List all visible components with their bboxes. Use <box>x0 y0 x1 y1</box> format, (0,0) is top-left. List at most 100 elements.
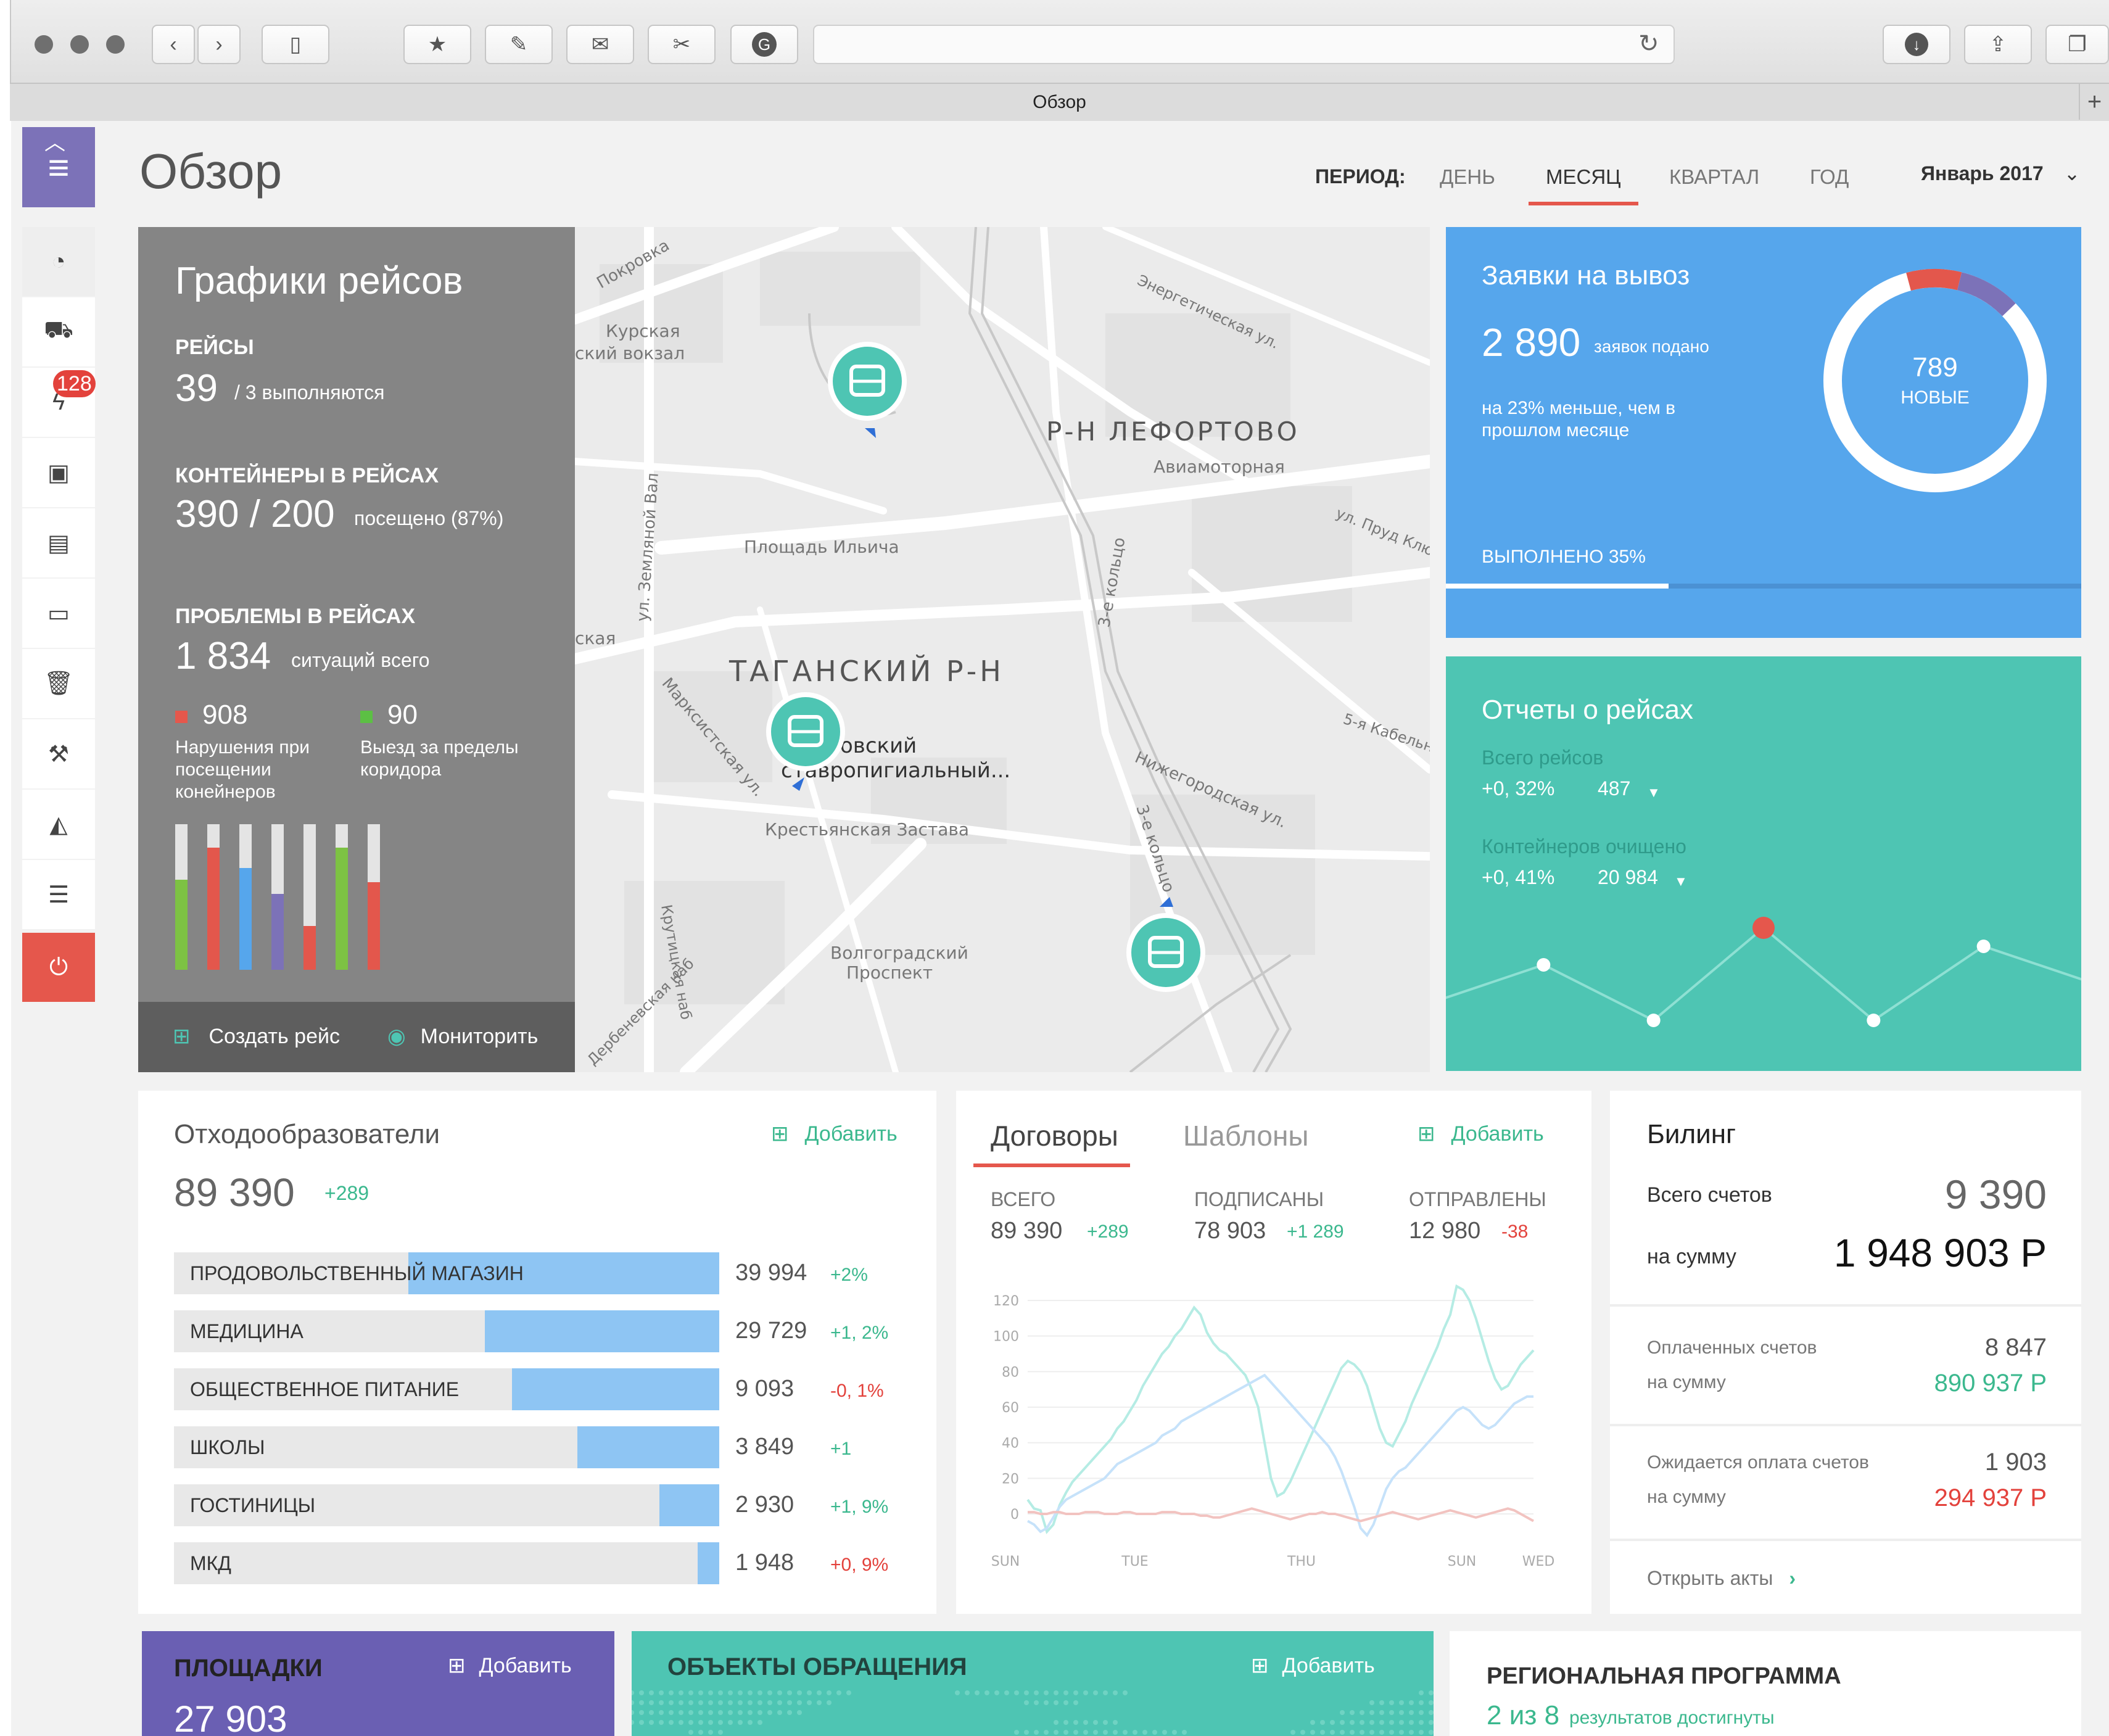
map-dot <box>1389 1720 1394 1725</box>
tab-templates[interactable]: Шаблоны <box>1183 1119 1308 1152</box>
sparkline-point[interactable] <box>1752 917 1775 939</box>
generator-row[interactable]: ОБЩЕСТВЕННОЕ ПИТАНИЕ <box>174 1368 719 1410</box>
sparkline-point[interactable] <box>1537 958 1551 972</box>
map-dot <box>632 1720 634 1725</box>
tab-year[interactable]: ГОД <box>1810 165 1849 189</box>
downloads-button[interactable]: ↓ <box>1883 25 1950 64</box>
plus-square-icon: ⊞ <box>173 1025 191 1048</box>
generator-row-change: +1 <box>830 1439 852 1459</box>
generator-row[interactable]: МКД <box>174 1542 719 1584</box>
map-dot <box>669 1720 674 1725</box>
containers-value: 390 / 200 <box>175 493 335 535</box>
window-close-button[interactable] <box>35 35 53 54</box>
map-label: Р-Н ЛЕФОРТОВО <box>1046 416 1300 447</box>
reload-icon[interactable]: ↻ <box>1638 30 1659 58</box>
month-select[interactable]: Январь 2017 ⌄ <box>1921 162 2080 185</box>
back-button[interactable]: ‹ <box>152 25 195 64</box>
sidebar-toggle-button[interactable]: ▯ <box>262 25 329 64</box>
browser-tab[interactable]: Обзор <box>10 83 2109 121</box>
requests-count: 2 890 <box>1482 320 1581 365</box>
share-button[interactable]: ⇪ <box>1964 25 2032 64</box>
objects-card: ОБЪЕКТЫ ОБРАЩЕНИЯ ⊞ Добавить <box>632 1631 1434 1736</box>
sidebar-item-cases[interactable]: ▣ <box>22 438 95 507</box>
window-minimize-button[interactable] <box>70 35 89 54</box>
window-zoom-button[interactable] <box>106 35 125 54</box>
sidebar-item-dashboard[interactable]: ◔ <box>22 227 95 296</box>
caret-down-icon[interactable]: ▼ <box>1647 785 1661 801</box>
generator-row-fill <box>484 1310 719 1352</box>
violations-legend-swatch <box>175 711 188 723</box>
map-dot <box>807 1690 812 1695</box>
chart-series-line <box>1028 1507 1534 1523</box>
map-dot <box>728 1720 733 1725</box>
map-dot <box>738 1720 743 1725</box>
map-dot <box>767 1710 772 1715</box>
sites-add-button[interactable]: ⊞ Добавить <box>448 1653 572 1678</box>
tab-month[interactable]: МЕСЯЦ <box>1546 165 1621 189</box>
tabs-overview-button[interactable]: ❐ <box>2045 25 2109 64</box>
clip-button[interactable]: ✂ <box>648 25 716 64</box>
generator-row[interactable]: МЕДИЦИНА <box>174 1310 719 1352</box>
sidebar-item-trucks[interactable]: ⛟ <box>22 297 95 366</box>
tab-day[interactable]: ДЕНЬ <box>1440 165 1495 189</box>
cleaned-change: +0, 41% <box>1482 866 1555 888</box>
sidebar-item-legal[interactable]: ⚒ <box>22 719 95 788</box>
flight-bar-fill <box>175 880 188 970</box>
map-dot <box>708 1710 713 1715</box>
flight-bar-fill <box>207 848 220 970</box>
sidebar-item-list[interactable]: ☰ <box>22 860 95 929</box>
map-dot <box>1409 1710 1414 1715</box>
tab-contracts[interactable]: Договоры <box>991 1119 1118 1152</box>
stat-signed-label: ПОДПИСАНЫ <box>1194 1188 1324 1210</box>
bookmarks-button[interactable]: ★ <box>403 25 471 64</box>
requests-card: Заявки на вывоз 2 890 заявок подано на 2… <box>1446 227 2081 638</box>
caret-down-icon[interactable]: ▼ <box>1674 874 1688 890</box>
generators-add-button[interactable]: ⊞ Добавить <box>771 1122 898 1146</box>
sparkline-point[interactable] <box>1867 1014 1881 1027</box>
map-dot <box>1379 1730 1384 1735</box>
mail-button[interactable]: ✉ <box>566 25 634 64</box>
pending-sum-value: 294 937 Р <box>1934 1484 2047 1511</box>
address-bar[interactable] <box>813 25 1675 64</box>
map-dot <box>1054 1730 1059 1735</box>
generator-row[interactable]: ШКОЛЫ <box>174 1426 719 1468</box>
map-dot <box>659 1710 664 1715</box>
map-dot <box>649 1700 654 1705</box>
open-acts-link[interactable]: Открыть акты › <box>1647 1567 1796 1590</box>
new-tab-button[interactable]: + <box>2079 84 2109 120</box>
sidebar-item-containers[interactable]: 🗑︎ <box>22 649 95 718</box>
containers-label: КОНТЕЙНЕРЫ В РЕЙСАХ <box>175 464 439 487</box>
map-dot <box>1389 1730 1394 1735</box>
extension-button[interactable]: G <box>730 25 798 64</box>
sidebar-item-reports[interactable]: ▭ <box>22 579 95 648</box>
billing-sum-label: на сумму <box>1647 1245 1736 1268</box>
map-label: Крестьянская Застава <box>765 819 969 840</box>
sidebar-item-analytics[interactable]: ◭ <box>22 790 95 859</box>
x-tick-label: THU <box>1287 1554 1316 1569</box>
forward-button[interactable]: › <box>197 25 241 64</box>
sidebar-item-documents[interactable]: ▤ <box>22 508 95 577</box>
download-icon: ↓ <box>1905 33 1928 56</box>
sparkline-point[interactable] <box>1646 1014 1661 1027</box>
map-dot <box>1093 1730 1098 1735</box>
tab-quarter[interactable]: КВАРТАЛ <box>1669 165 1759 189</box>
objects-add-button[interactable]: ⊞ Добавить <box>1251 1653 1375 1678</box>
annotate-button[interactable]: ✎ <box>485 25 553 64</box>
create-trip-button[interactable]: ⊞ Создать рейс <box>173 1024 340 1049</box>
generator-row[interactable]: ПРОДОВОЛЬСТВЕННЫЙ МАГАЗИН <box>174 1252 719 1294</box>
monitor-button[interactable]: ◉ Мониторить <box>387 1024 538 1049</box>
contracts-add-button[interactable]: ⊞ Добавить <box>1418 1122 1544 1146</box>
paid-value: 8 847 <box>1984 1334 2047 1361</box>
sparkline-point[interactable] <box>1976 940 1991 953</box>
map-dot <box>1024 1700 1029 1705</box>
requests-title: Заявки на вывоз <box>1482 260 1690 291</box>
map-dot <box>1409 1700 1414 1705</box>
map-canvas[interactable]: Покровка Курская ский вокзал Энергетичес… <box>575 227 1430 1072</box>
generator-row-value: 1 948 <box>735 1550 794 1576</box>
map-dot <box>1044 1700 1049 1705</box>
generator-row[interactable]: ГОСТИНИЦЫ <box>174 1484 719 1526</box>
map[interactable]: Покровка Курская ский вокзал Энергетичес… <box>575 227 1430 1072</box>
period-label: ПЕРИОД: <box>1315 165 1406 188</box>
x-tick-label: TUE <box>1121 1554 1148 1569</box>
logout-button[interactable]: ⏻ <box>22 933 95 1002</box>
